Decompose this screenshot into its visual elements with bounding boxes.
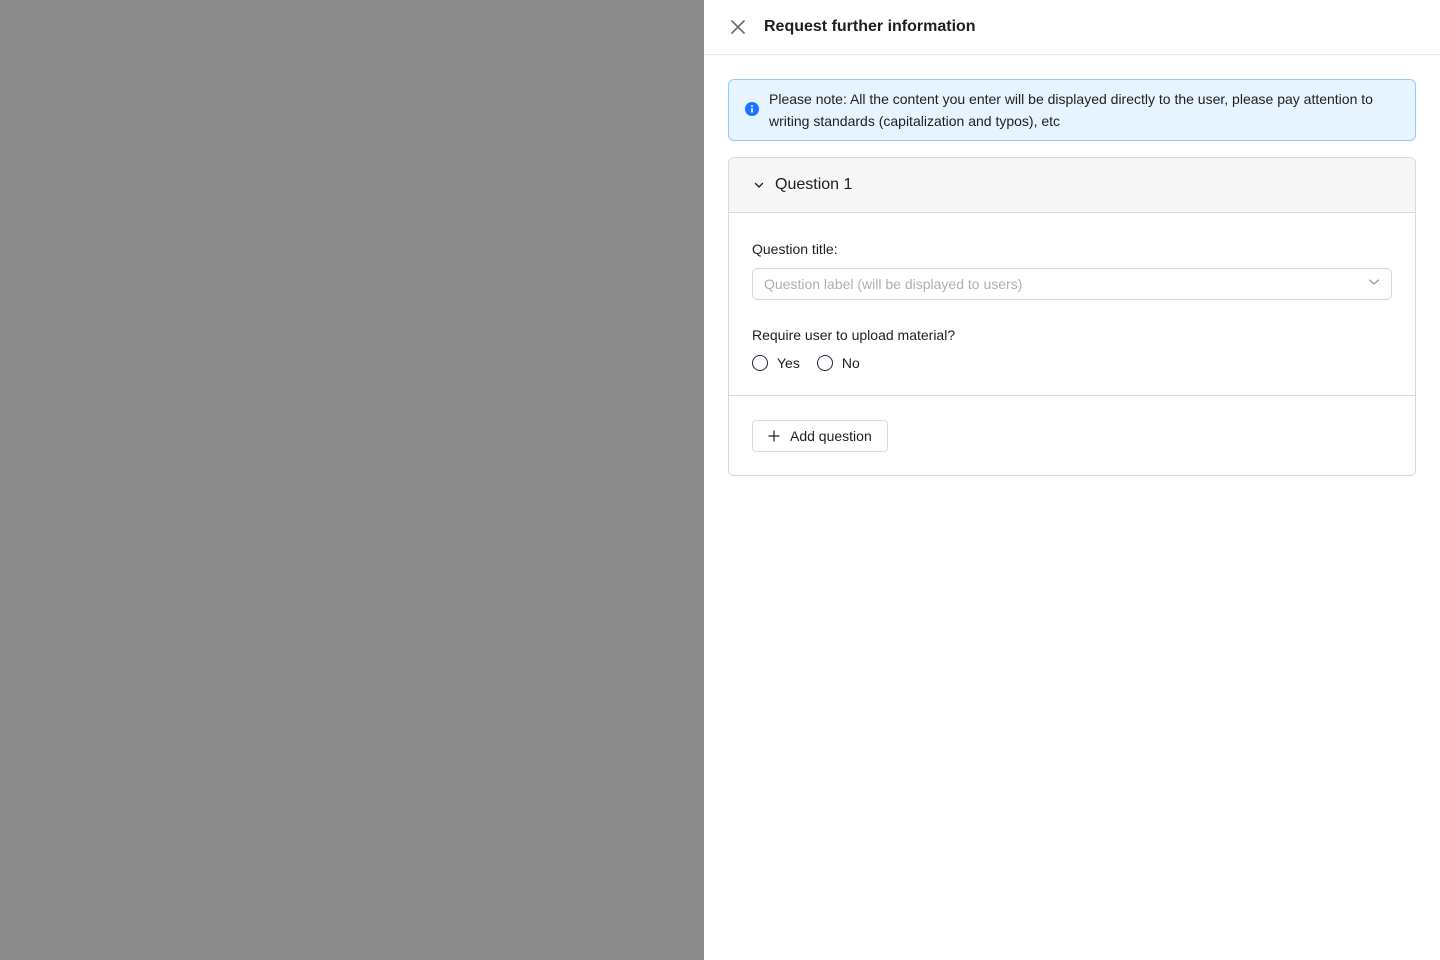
modal-overlay[interactable] — [0, 0, 704, 960]
alert-message: Please note: All the content you enter w… — [769, 91, 1373, 129]
drawer-body: Please note: All the content you enter w… — [704, 55, 1440, 476]
question-collapse: Question 1 Question title: Question labe… — [728, 157, 1416, 476]
radio-yes[interactable]: Yes — [752, 355, 800, 371]
radio-circle[interactable] — [752, 355, 768, 371]
info-alert: Please note: All the content you enter w… — [728, 79, 1416, 141]
question-footer: Add question — [729, 396, 1415, 475]
close-icon — [731, 20, 745, 34]
radio-no-label: No — [841, 355, 860, 371]
drawer-header: Request further information — [704, 0, 1440, 55]
radio-no[interactable]: No — [816, 355, 860, 371]
question-header[interactable]: Question 1 — [729, 158, 1415, 213]
info-icon — [745, 102, 759, 116]
drawer-panel: Request further information Please note:… — [704, 0, 1440, 960]
question-header-label: Question 1 — [775, 176, 853, 193]
add-question-label: Add question — [790, 428, 872, 444]
upload-material-radio-group: Yes No — [752, 355, 1392, 371]
question-content: Question title: Question label (will be … — [729, 213, 1415, 396]
upload-material-label: Require user to upload material? — [752, 327, 956, 343]
chevron-down-icon — [1368, 275, 1380, 293]
drawer-title: Request further information — [764, 18, 976, 35]
radio-yes-label: Yes — [777, 355, 800, 371]
plus-icon — [768, 430, 780, 442]
question-title-label: Question title: — [752, 241, 838, 257]
radio-circle[interactable] — [816, 355, 833, 371]
chevron-down-icon — [753, 179, 765, 191]
question-title-placeholder: Question label (will be displayed to use… — [764, 276, 1023, 292]
question-title-select[interactable]: Question label (will be displayed to use… — [752, 268, 1392, 300]
close-button[interactable] — [728, 17, 748, 37]
add-question-button[interactable]: Add question — [752, 420, 888, 452]
